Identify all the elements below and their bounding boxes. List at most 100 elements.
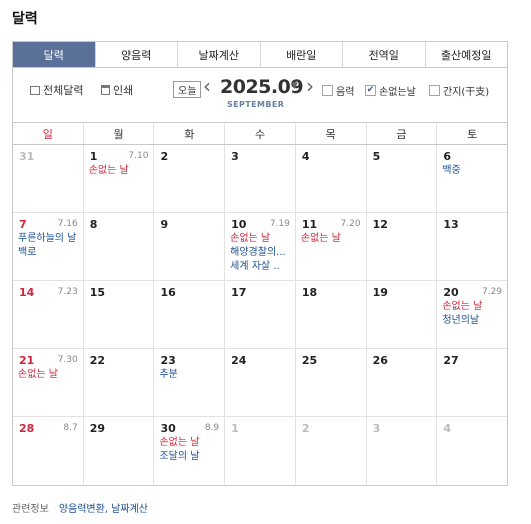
today-button[interactable]: 오늘	[173, 81, 202, 98]
calendar-day[interactable]: 18	[294, 281, 366, 348]
weekday-fri: 금	[365, 123, 437, 144]
related-info: 관련정보 양음력변환, 날짜계산	[12, 500, 148, 515]
lunar-checkbox-box[interactable]	[322, 85, 333, 96]
calendar-day[interactable]: 24	[224, 349, 295, 416]
calendar-day[interactable]: 27	[436, 349, 507, 416]
calendar-day[interactable]: 13	[436, 213, 507, 280]
calendar-event[interactable]: 손없는 날	[89, 164, 151, 178]
calendar-event[interactable]: 세계 자살 ..	[230, 260, 292, 274]
day-number: 9	[160, 218, 169, 231]
calendar-event[interactable]: 백중	[442, 164, 504, 178]
calendar-day[interactable]: 15	[82, 281, 154, 348]
calendar-event[interactable]: 추분	[159, 368, 221, 382]
tab-ovulation[interactable]: 배란일	[259, 42, 342, 67]
calendar-day[interactable]: 11 7.20 손없는 날	[294, 213, 366, 280]
calendar-week: 14 7.23 15 16 17 18 19 20 7.29 손없는 날 청년의날	[13, 281, 507, 349]
calendar-event[interactable]: 손없는 날	[442, 300, 504, 314]
day-number: 26	[372, 354, 388, 367]
lunar-checkbox[interactable]: 음력	[322, 83, 354, 98]
weekday-thu: 목	[294, 123, 366, 144]
calendar-event[interactable]: 푸른하늘의 날	[18, 232, 80, 246]
calendar-day[interactable]: 6 백중	[436, 145, 507, 212]
calendar-day[interactable]: 10 7.19 손없는 날 해양경찰의... 세계 자살 ..	[224, 213, 295, 280]
day-events: 손없는 날 조달의 날	[159, 436, 221, 464]
calendar-event[interactable]: 손없는 날	[18, 368, 80, 382]
day-number: 21	[19, 354, 35, 367]
weekday-tue: 화	[153, 123, 224, 144]
noghost-checkbox[interactable]: ✔ 손없는날	[365, 83, 416, 98]
calendar-day[interactable]: 9	[153, 213, 224, 280]
calendar-event[interactable]: 백로	[18, 246, 80, 260]
day-number: 12	[372, 218, 388, 231]
lunar-date: 7.29	[481, 287, 503, 297]
tab-bar: 달력 양음력 날짜계산 배란일 전역일 출산예정일	[12, 41, 508, 68]
calendar-day[interactable]: 31	[13, 145, 83, 212]
day-number: 13	[443, 218, 459, 231]
calendar-day[interactable]: 2	[294, 417, 366, 485]
calendar-event[interactable]: 손없는 날	[230, 232, 292, 246]
calendar-day[interactable]: 1	[224, 417, 295, 485]
calendar-day[interactable]: 1 7.10 손없는 날	[82, 145, 154, 212]
prev-month-icon[interactable]: ‹	[203, 75, 211, 97]
calendar-day[interactable]: 16	[153, 281, 224, 348]
weekday-sun: 일	[42, 127, 53, 141]
weekday-header: 일 월 화 수 목 금 토	[13, 123, 507, 145]
calendar-day[interactable]: 30 8.9 손없는 날 조달의 날	[153, 417, 224, 485]
day-number: 24	[231, 354, 247, 367]
chevron-down-icon[interactable]: ▼	[291, 81, 298, 91]
lunar-date: 8.9	[204, 423, 220, 433]
calendar-day[interactable]: 4	[294, 145, 366, 212]
calendar-day[interactable]: 29	[82, 417, 154, 485]
calendar-day[interactable]: 21 7.30 손없는 날	[13, 349, 83, 416]
calendar-day[interactable]: 2	[153, 145, 224, 212]
day-number: 23	[160, 354, 176, 367]
calendar-icon	[30, 85, 40, 95]
calendar-day[interactable]: 4	[436, 417, 507, 485]
calendar-week: 21 7.30 손없는 날 22 23 추분 24 25 26 27	[13, 349, 507, 417]
calendar-event[interactable]: 손없는 날	[159, 436, 221, 450]
day-events: 백중	[442, 164, 504, 178]
ganji-checkbox[interactable]: 간지(干支)	[429, 83, 489, 98]
tab-date-calc[interactable]: 날짜계산	[177, 42, 260, 67]
related-label: 관련정보	[12, 504, 49, 515]
calendar-day[interactable]: 25	[294, 349, 366, 416]
calendar-day[interactable]: 12	[365, 213, 437, 280]
calendar-day[interactable]: 23 추분	[153, 349, 224, 416]
calendar-day[interactable]: 3	[224, 145, 295, 212]
calendar-day[interactable]: 19	[365, 281, 437, 348]
calendar-day[interactable]: 17	[224, 281, 295, 348]
noghost-label: 손없는날	[379, 87, 416, 98]
calendar-day[interactable]: 8	[82, 213, 154, 280]
calendar-day[interactable]: 14 7.23	[13, 281, 83, 348]
calendar-week: 28 8.7 29 30 8.9 손없는 날 조달의 날1234	[13, 417, 507, 485]
next-month-icon[interactable]: ›	[306, 75, 314, 97]
lunar-date: 8.7	[63, 423, 78, 433]
calendar-event[interactable]: 청년의날	[442, 314, 504, 328]
calendar-toolbar: 전체달력 인쇄 오늘 ‹ 2025.09 ▼ › SEPTEMBER 음력 ✔ …	[12, 68, 508, 122]
day-number: 28	[19, 422, 35, 435]
check-icon[interactable]: ✔	[365, 85, 376, 96]
ganji-checkbox-box[interactable]	[429, 85, 440, 96]
calendar-day[interactable]: 3	[365, 417, 437, 485]
day-number: 27	[443, 354, 459, 367]
day-events: 손없는 날 해양경찰의... 세계 자살 ..	[230, 232, 292, 274]
tab-calendar[interactable]: 달력	[13, 42, 95, 67]
tab-discharge[interactable]: 전역일	[342, 42, 425, 67]
calendar-day[interactable]: 28 8.7	[13, 417, 83, 485]
day-number: 31	[19, 150, 35, 163]
full-calendar-button[interactable]: 전체달력	[30, 82, 83, 98]
calendar-day[interactable]: 22	[82, 349, 154, 416]
calendar-day[interactable]: 5	[365, 145, 437, 212]
day-number: 29	[89, 422, 106, 435]
tab-lunar-solar[interactable]: 양음력	[94, 42, 177, 67]
day-number: 4	[301, 150, 310, 163]
calendar-event[interactable]: 손없는 날	[301, 232, 363, 246]
calendar-day[interactable]: 7 7.16 푸른하늘의 날 백로	[13, 213, 83, 280]
print-button[interactable]: 인쇄	[101, 82, 133, 98]
related-links[interactable]: 양음력변환, 날짜계산	[59, 500, 148, 515]
tab-due-date[interactable]: 출산예정일	[424, 42, 507, 67]
calendar-day[interactable]: 20 7.29 손없는 날 청년의날	[436, 281, 507, 348]
calendar-event[interactable]: 조달의 날	[159, 450, 221, 464]
calendar-day[interactable]: 26	[365, 349, 437, 416]
calendar-event[interactable]: 해양경찰의...	[230, 246, 292, 260]
